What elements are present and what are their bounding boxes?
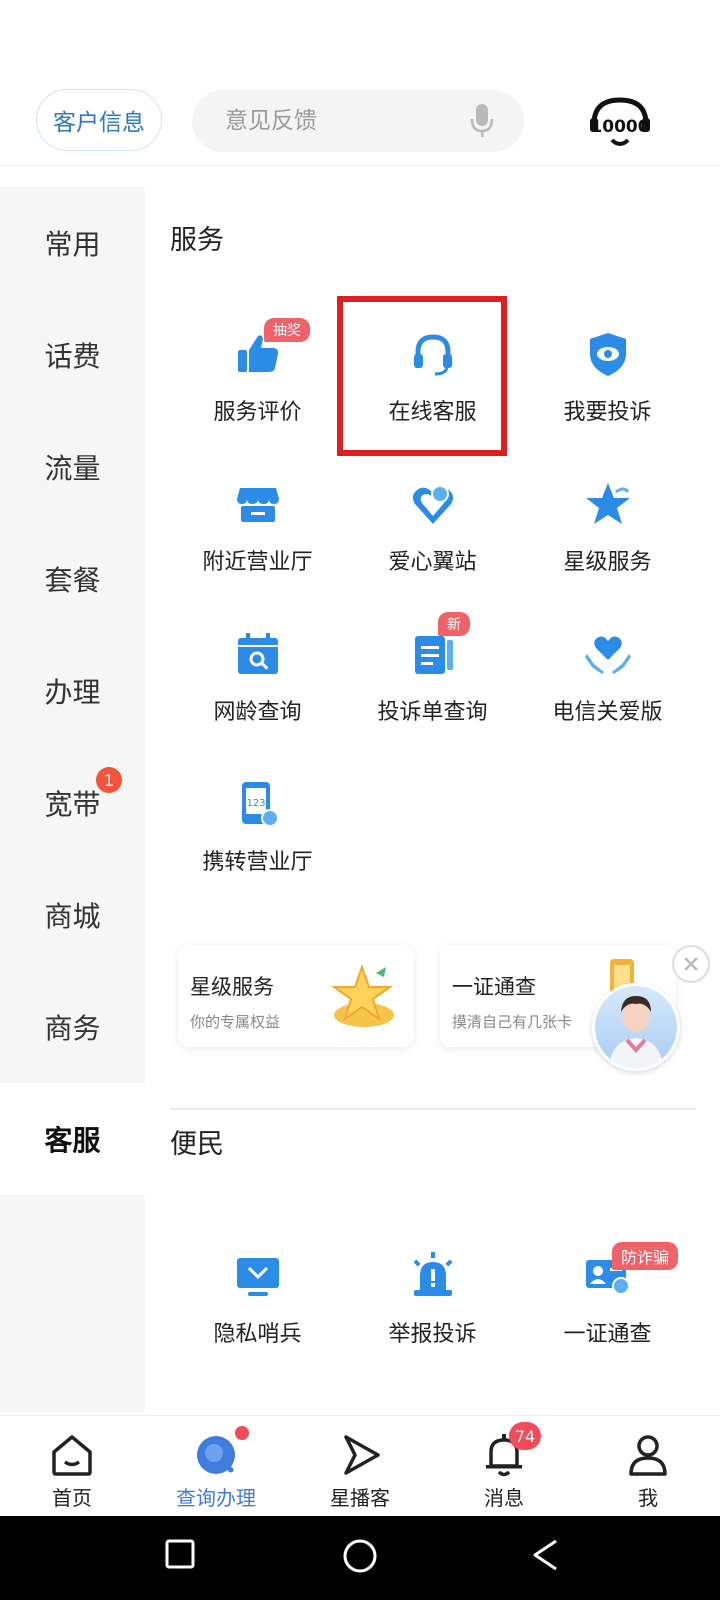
customer-info-button[interactable]: 客户信息	[36, 89, 162, 151]
notification-badge: 1	[96, 767, 122, 793]
heart-hands-icon	[584, 636, 631, 674]
sidebar-item-bill[interactable]: 话费	[0, 299, 145, 411]
tab-label: 星播客	[330, 1486, 390, 1510]
monitor-icon	[236, 1258, 279, 1296]
shield-eye-icon	[589, 333, 626, 376]
search-orb-icon	[193, 1426, 249, 1478]
svg-text:123: 123	[246, 798, 265, 809]
sidebar-item-label: 套餐	[44, 564, 101, 597]
complaint-query-label: 投诉单查询	[377, 700, 488, 725]
phone-transfer-icon: 123	[241, 782, 279, 827]
microphone-icon[interactable]	[470, 104, 494, 138]
search-bar[interactable]	[192, 90, 524, 152]
tab-me[interactable]: 我	[576, 1416, 720, 1516]
tab-label: 消息	[484, 1486, 524, 1510]
section-title-convenience: 便民	[170, 1129, 224, 1160]
nearby-store-item[interactable]: 附近营业厅	[170, 468, 345, 598]
alarm-icon	[412, 1252, 453, 1296]
sidebar-item-data[interactable]: 流量	[0, 411, 145, 523]
sidebar-item-handle[interactable]: 办理	[0, 635, 145, 747]
tab-label: 首页	[52, 1486, 92, 1510]
calendar-search-icon	[237, 633, 278, 674]
sidebar-item-plan[interactable]: 套餐	[0, 523, 145, 635]
play-icon	[344, 1435, 380, 1475]
service-rating-item[interactable]: 服务评价	[170, 318, 345, 448]
person-icon	[629, 1435, 667, 1476]
tab-star-podcast[interactable]: 星播客	[288, 1416, 432, 1516]
sidebar-item-customer-service[interactable]: 客服	[0, 1083, 145, 1195]
star-service-item[interactable]: 星级服务	[520, 468, 695, 598]
tab-label: 我	[638, 1486, 658, 1510]
back-arrow-icon[interactable]	[530, 1538, 562, 1572]
sidebar-item-label: 商务	[44, 1012, 101, 1045]
privacy-sentinel-label: 隐私哨兵	[213, 1322, 302, 1347]
gold-star-icon	[330, 963, 394, 1027]
report-complaint-label: 举报投诉	[388, 1322, 477, 1347]
star-icon	[585, 483, 630, 524]
care-edition-item[interactable]: 电信关爱版	[520, 618, 695, 748]
sidebar-item-label: 客服	[44, 1124, 101, 1157]
hotline-10000-icon[interactable]: 10000	[588, 96, 652, 152]
message-count-badge: 74	[509, 1422, 541, 1450]
new-tag: 新	[438, 612, 470, 636]
top-header: 客户信息 10000	[0, 0, 720, 166]
recent-apps-icon[interactable]	[164, 1538, 196, 1570]
sidebar-item-common[interactable]: 常用	[0, 187, 145, 299]
complaint-label: 我要投诉	[563, 400, 652, 425]
assistant-figure-icon	[609, 996, 663, 1068]
close-float-button[interactable]	[672, 945, 710, 983]
network-age-item[interactable]: 网龄查询	[170, 618, 345, 748]
service-rating-label: 服务评价	[213, 400, 302, 425]
id-check-label: 一证通查	[563, 1322, 652, 1347]
home-circle-icon[interactable]	[342, 1538, 378, 1574]
report-complaint-item[interactable]: 举报投诉	[345, 1240, 520, 1370]
complaint-query-item[interactable]: 投诉单查询	[345, 618, 520, 748]
lottery-tag: 抽奖	[264, 318, 310, 342]
tab-messages[interactable]: 74 消息	[432, 1416, 576, 1516]
nearby-store-label: 附近营业厅	[202, 550, 313, 575]
anti-fraud-tag: 防诈骗	[612, 1242, 679, 1270]
sidebar-item-label: 商城	[44, 900, 101, 933]
search-input[interactable]	[225, 108, 445, 134]
store-icon	[236, 488, 279, 522]
sidebar-item-label: 流量	[44, 452, 101, 485]
assistant-avatar[interactable]	[592, 983, 680, 1071]
category-sidebar: 常用 话费 流量 套餐 办理 宽带 1 商城 商务 客服	[0, 187, 145, 1412]
care-edition-label: 电信关爱版	[552, 700, 663, 725]
love-station-label: 爱心翼站	[388, 550, 477, 575]
tab-query[interactable]: 查询办理	[144, 1416, 288, 1516]
sidebar-item-broadband[interactable]: 宽带 1	[0, 747, 145, 859]
sidebar-item-business[interactable]: 商务	[0, 971, 145, 1083]
section-divider	[170, 1108, 696, 1110]
document-icon	[414, 636, 453, 674]
complaint-item[interactable]: 我要投诉	[520, 318, 695, 448]
bell-icon: 74	[481, 1422, 541, 1478]
section-title-service: 服务	[170, 225, 224, 256]
network-age-label: 网龄查询	[213, 700, 302, 725]
number-transfer-store-item[interactable]: 123 携转营业厅	[170, 768, 345, 898]
home-icon	[52, 1435, 92, 1476]
sidebar-item-mall[interactable]: 商城	[0, 859, 145, 971]
bottom-tab-bar: 首页 查询办理 星播客 74 消息 我	[0, 1415, 720, 1515]
sidebar-item-label: 话费	[44, 340, 101, 373]
sidebar-item-label: 宽带	[44, 788, 101, 821]
sidebar-item-label: 办理	[44, 676, 101, 709]
number-transfer-store-label: 携转营业厅	[202, 850, 313, 875]
heart-pin-icon	[412, 485, 453, 524]
highlight-box	[337, 296, 507, 456]
love-station-item[interactable]: 爱心翼站	[345, 468, 520, 598]
svg-text:10000: 10000	[590, 117, 649, 137]
sidebar-item-label: 常用	[44, 228, 101, 261]
star-service-label: 星级服务	[563, 550, 652, 575]
privacy-sentinel-item[interactable]: 隐私哨兵	[170, 1240, 345, 1370]
system-nav-bar	[0, 1516, 720, 1600]
tab-label: 查询办理	[176, 1486, 256, 1510]
close-icon	[684, 957, 698, 971]
notification-dot	[235, 1426, 249, 1440]
promo-card-star-service[interactable]: 星级服务 你的专属权益	[178, 945, 414, 1047]
tab-home[interactable]: 首页	[0, 1416, 144, 1516]
